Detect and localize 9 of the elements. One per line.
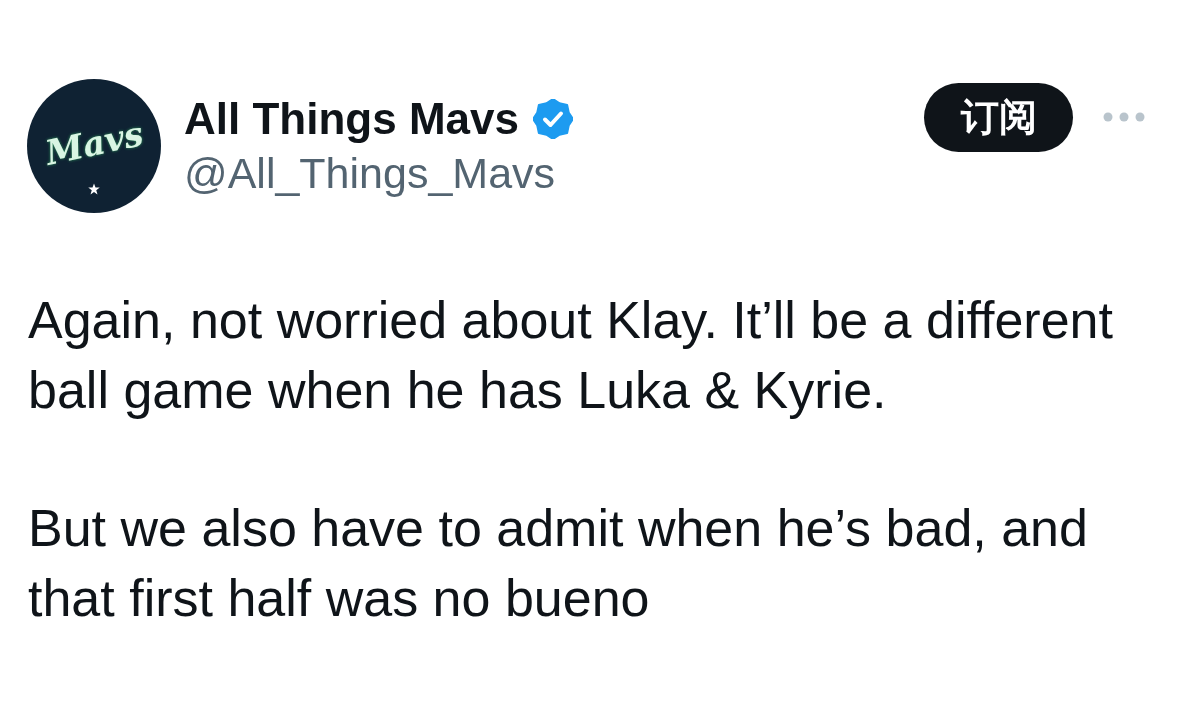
avatar[interactable]: Mavs	[27, 79, 161, 213]
more-options-icon[interactable]	[1103, 112, 1145, 122]
tweet-text: But we also have to admit when he’s bad, and that first half was no bueno	[28, 498, 1089, 629]
star-icon	[88, 183, 100, 195]
logo-text: Mavs	[41, 113, 147, 173]
author-handle: @All_Things_Mavs	[184, 148, 557, 198]
subscribe-button[interactable]: 订阅	[924, 83, 1073, 152]
author-name: All Things Mavs	[184, 94, 519, 144]
tweet-text: Again, not worried about Klay. It’ll be a different ball game when he has Luka & Kyrie.	[28, 290, 1114, 421]
